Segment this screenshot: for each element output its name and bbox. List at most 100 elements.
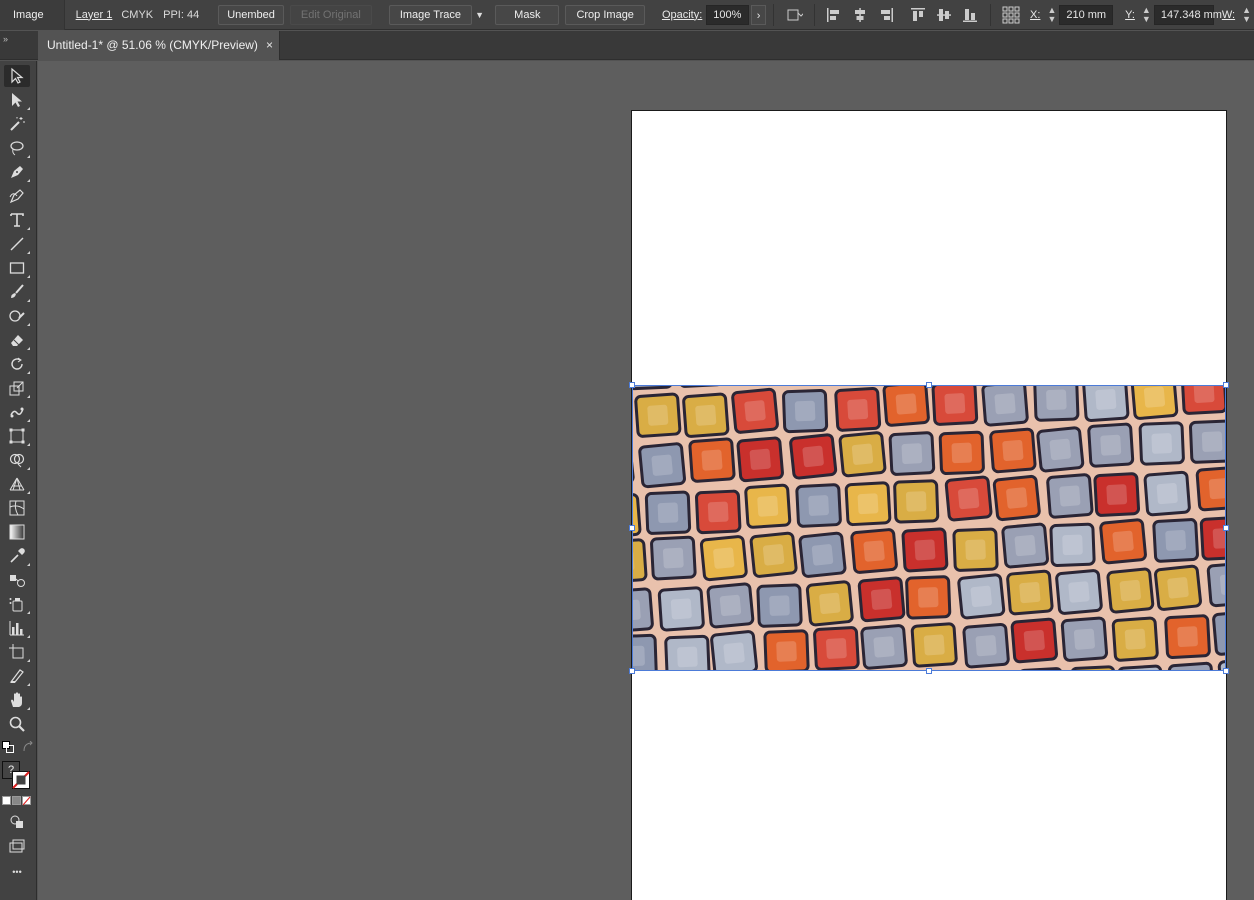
image-trace-button[interactable]: Image Trace <box>388 4 472 25</box>
scale-tool-icon[interactable] <box>4 377 30 399</box>
tools-panel: ? ••• <box>0 61 37 900</box>
control-bar: Image Layer 1 CMYK PPI: 44 Unembed Edit … <box>0 0 1254 30</box>
column-graph-tool-icon[interactable] <box>4 617 30 639</box>
color-mode-buttons[interactable] <box>2 796 32 806</box>
mosaic-tile-highlight <box>695 404 717 426</box>
align-top-icon[interactable] <box>909 6 927 24</box>
mosaic-tile-highlight <box>651 454 673 476</box>
ppi-text: PPI: 44 <box>163 8 200 21</box>
line-segment-tool-icon[interactable] <box>4 233 30 255</box>
mosaic-tile-highlight <box>1208 478 1225 500</box>
swap-fill-stroke-icon[interactable] <box>22 740 34 753</box>
placed-image-mosaic[interactable] <box>632 385 1226 671</box>
mask-button[interactable]: Mask <box>495 4 560 25</box>
shape-builder-tool-icon[interactable] <box>4 449 30 471</box>
recolor-artwork-icon[interactable] <box>785 6 804 24</box>
pen-tool-icon[interactable] <box>4 161 30 183</box>
mesh-tool-icon[interactable] <box>4 497 30 519</box>
selection-handle-middle-right[interactable] <box>1223 525 1229 531</box>
mosaic-tile-highlight <box>895 393 917 415</box>
type-tool-icon[interactable] <box>4 209 30 231</box>
opacity-label[interactable]: Opacity: <box>648 9 706 21</box>
default-fill-stroke-icon[interactable] <box>2 741 14 753</box>
unembed-button[interactable]: Unembed <box>218 4 284 25</box>
align-right-icon[interactable] <box>877 6 895 24</box>
layer-name-link[interactable]: Layer 1 <box>65 9 117 21</box>
eyedropper-tool-icon[interactable] <box>4 545 30 567</box>
symbol-sprayer-tool-icon[interactable] <box>4 593 30 615</box>
magic-wand-tool-icon[interactable] <box>4 113 30 135</box>
mosaic-tile-highlight <box>762 544 785 566</box>
opacity-expand-icon[interactable]: › <box>751 4 766 25</box>
transform-reference-point-icon[interactable] <box>1002 6 1020 24</box>
mosaic-tile-highlight <box>662 547 684 569</box>
artboard-tool-icon[interactable] <box>4 641 30 663</box>
x-stepper-icon[interactable]: ▲ ▼ <box>1047 5 1056 24</box>
draw-mode-icon[interactable] <box>4 811 30 833</box>
mosaic-tile <box>1167 661 1215 670</box>
context-label: Image <box>0 0 65 30</box>
shaper-tool-icon[interactable] <box>4 305 30 327</box>
y-input[interactable]: 147.348 mm <box>1153 4 1222 25</box>
curvature-tool-icon[interactable] <box>4 185 30 207</box>
close-tab-icon[interactable]: × <box>266 31 273 60</box>
direct-selection-tool-icon[interactable] <box>4 89 30 111</box>
selection-handle-top-left[interactable] <box>629 382 635 388</box>
lasso-tool-icon[interactable] <box>4 137 30 159</box>
selection-handle-top-right[interactable] <box>1223 382 1229 388</box>
selection-handle-top-center[interactable] <box>926 382 932 388</box>
opacity-input[interactable]: 100% <box>706 4 750 25</box>
mosaic-tile-highlight <box>677 646 698 668</box>
paintbrush-tool-icon[interactable] <box>4 281 30 303</box>
mosaic-tile-highlight <box>1046 389 1067 410</box>
w-label[interactable]: W: <box>1214 9 1239 21</box>
mosaic-tile-highlight <box>647 404 669 426</box>
crop-image-button[interactable]: Crop Image <box>565 4 645 25</box>
align-bottom-icon[interactable] <box>961 6 979 24</box>
mosaic-tile-highlight <box>633 645 645 667</box>
canvas-area[interactable] <box>38 61 1254 900</box>
align-left-icon[interactable] <box>825 6 843 24</box>
mosaic-tile-highlight <box>851 443 874 465</box>
align-vertical-center-icon[interactable] <box>935 6 953 24</box>
selection-tool-icon[interactable] <box>4 65 30 87</box>
y-label[interactable]: Y: <box>1113 9 1139 21</box>
selection-handle-bottom-left[interactable] <box>629 668 635 674</box>
perspective-grid-tool-icon[interactable] <box>4 473 30 495</box>
mosaic-tile-highlight <box>847 398 869 420</box>
zoom-tool-icon[interactable] <box>4 713 30 735</box>
x-input[interactable]: 210 mm <box>1059 4 1114 25</box>
image-trace-dropdown-icon[interactable]: ▼ <box>475 10 484 20</box>
panel-collapse-icon[interactable]: » <box>3 34 8 44</box>
w-stepper-icon[interactable]: ▲ ▼ <box>1242 5 1251 24</box>
align-horizontal-center-icon[interactable] <box>851 6 869 24</box>
mosaic-tile-highlight <box>923 634 945 656</box>
eraser-tool-icon[interactable] <box>4 329 30 351</box>
gradient-tool-icon[interactable] <box>4 521 30 543</box>
mosaic-tile <box>1117 664 1165 670</box>
document-tab[interactable]: Untitled-1* @ 51.06 % (CMYK/Preview) × <box>38 31 280 60</box>
mosaic-tile-highlight <box>769 595 790 616</box>
free-transform-tool-icon[interactable] <box>4 425 30 447</box>
mosaic-tile-highlight <box>1019 581 1041 604</box>
mosaic-tile-highlight <box>1112 530 1134 552</box>
puppet-warp-tool-icon[interactable] <box>4 401 30 423</box>
mosaic-tile <box>1212 610 1225 656</box>
screen-mode-icon[interactable] <box>4 835 30 857</box>
mosaic-tile-highlight <box>1002 439 1024 462</box>
rectangle-tool-icon[interactable] <box>4 257 30 279</box>
selection-handle-bottom-center[interactable] <box>926 668 932 674</box>
x-label[interactable]: X: <box>1024 9 1044 21</box>
hand-tool-icon[interactable] <box>4 689 30 711</box>
color-mode-text: CMYK <box>121 8 154 21</box>
edit-toolbar-icon[interactable]: ••• <box>4 867 30 877</box>
selection-handle-bottom-right[interactable] <box>1223 668 1229 674</box>
y-stepper-icon[interactable]: ▲ ▼ <box>1142 5 1151 24</box>
stroke-swatch[interactable] <box>12 771 30 789</box>
rotate-tool-icon[interactable] <box>4 353 30 375</box>
mosaic-tile <box>633 538 648 584</box>
mosaic-tile-highlight <box>917 587 939 608</box>
blend-tool-icon[interactable] <box>4 569 30 591</box>
selection-handle-middle-left[interactable] <box>629 525 635 531</box>
slice-tool-icon[interactable] <box>4 665 30 687</box>
